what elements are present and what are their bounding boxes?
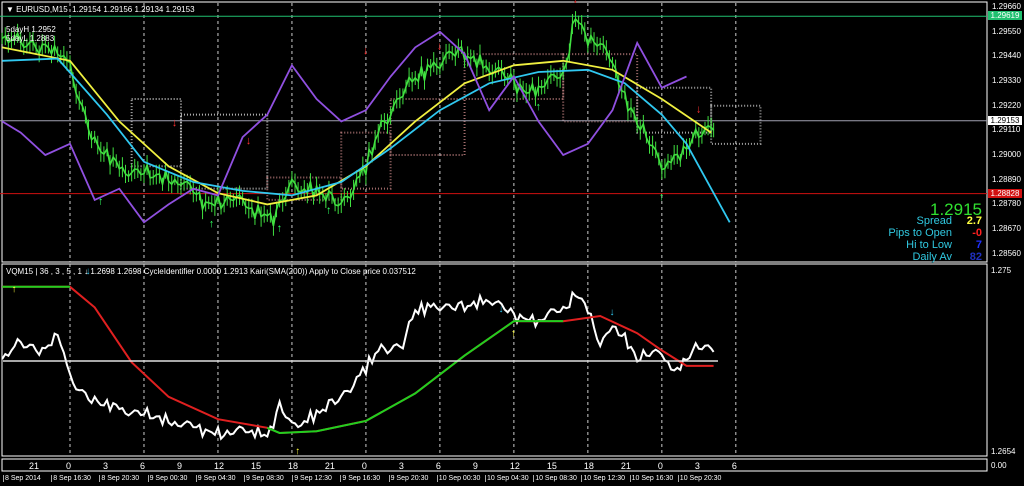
signal-arrow-icon: ↓ bbox=[573, 0, 579, 6]
info-label: Pips to Open bbox=[888, 227, 952, 239]
time-axis-date: 10 Sep 12:30 bbox=[581, 475, 626, 482]
info-row: Spread 2.7 bbox=[917, 215, 982, 227]
signal-arrow-icon: ↑ bbox=[326, 204, 332, 216]
price-line bbox=[1, 17, 715, 226]
info-label: Hi to Low bbox=[906, 239, 952, 251]
time-axis-date: 9 Sep 20:30 bbox=[388, 475, 429, 482]
time-axis-hour: 9 bbox=[472, 461, 478, 471]
symbol-header: ▼ EURUSD,M15 1.29154 1.29156 1.29134 1.2… bbox=[6, 5, 195, 14]
price-marker-label: 1.29153 bbox=[988, 115, 1022, 125]
signal-arrow-icon: ↓ bbox=[172, 117, 178, 129]
time-axis-date: 10 Sep 08:30 bbox=[533, 475, 577, 482]
collapse-icon[interactable]: ▼ bbox=[6, 5, 16, 14]
time-axis-date: 8 Sep 20:30 bbox=[99, 475, 140, 482]
time-axis-hour: 0 bbox=[361, 461, 367, 471]
info-label: Spread bbox=[916, 215, 952, 227]
time-axis-date: 9 Sep 00:30 bbox=[147, 475, 188, 482]
signal-arrow-icon: ↑ bbox=[209, 218, 215, 230]
signal-arrow-icon: ↑ bbox=[659, 191, 665, 203]
price-axis-tick: 1.29330 bbox=[992, 76, 1021, 86]
day-low: 5dayL 1.2883 bbox=[6, 34, 55, 43]
time-axis-hour: 0 bbox=[66, 461, 72, 471]
time-axis-date: 9 Sep 04:30 bbox=[195, 475, 236, 482]
indicator-header: VQM15 | 36 , 3 , 5 , 1 ↓ 1.2698 1.2698 C… bbox=[6, 267, 416, 276]
time-axis-date: 9 Sep 08:30 bbox=[244, 475, 284, 482]
info-row: Hi to Low 7 bbox=[906, 239, 982, 251]
price-axis-tick: 1.29660 bbox=[992, 2, 1021, 11]
time-axis-date: 10 Sep 20:30 bbox=[677, 475, 722, 482]
session-grid bbox=[69, 3, 737, 456]
price-axis-tick: 1.28670 bbox=[992, 224, 1021, 234]
time-axis-hour: 21 bbox=[620, 461, 631, 471]
price-axis-tick: 1.28560 bbox=[992, 248, 1021, 258]
time-axis-hour: 12 bbox=[213, 461, 224, 471]
osc-axis-zero: 0.00 bbox=[991, 461, 1007, 470]
info-row: Daily Av 82 bbox=[912, 251, 982, 263]
time-axis-hour: 15 bbox=[250, 461, 261, 471]
osc-white-line bbox=[1, 290, 715, 441]
osc-signal-line bbox=[2, 285, 714, 435]
time-axis-hour: 9 bbox=[176, 461, 182, 471]
osc-axis-top: 1.275 bbox=[991, 266, 1012, 275]
time-axis-date: 9 Sep 12:30 bbox=[292, 475, 332, 482]
time-axis-hour: 0 bbox=[657, 461, 663, 471]
time-axis-date: 8 Sep 2014 bbox=[3, 475, 41, 482]
time-axis-hour: 3 bbox=[398, 461, 404, 471]
time-axis-hour: 18 bbox=[287, 461, 298, 471]
osc-arrow-icon: ↓ bbox=[610, 307, 615, 318]
time-axis-hour: 21 bbox=[324, 461, 335, 471]
time-axis-date: 8 Sep 16:30 bbox=[51, 475, 91, 482]
info-row: Pips to Open -0 bbox=[888, 227, 982, 239]
info-value: 82 bbox=[969, 251, 982, 263]
signal-arrow-icon: ↓ bbox=[437, 41, 443, 53]
time-axis-date: 10 Sep 04:30 bbox=[485, 475, 529, 482]
info-label: Daily Av bbox=[912, 251, 952, 263]
ohlc-values: 1.29154 1.29156 1.29134 1.29153 bbox=[72, 5, 195, 14]
osc-arrow-icon: ↑ bbox=[12, 284, 17, 295]
signal-arrow-icon: ↓ bbox=[696, 103, 702, 115]
time-axis-hour: 3 bbox=[102, 461, 108, 471]
day-high: 5dayH 1.2952 bbox=[6, 25, 56, 34]
signal-arrow-icon: ↑ bbox=[536, 101, 542, 113]
price-chart[interactable]: ↑↑↑↑↓↓↓↓↓↓↑↑↑↑↑↓↓↓ bbox=[0, 0, 1024, 486]
signal-arrow-icon: ↓ bbox=[363, 45, 369, 57]
signal-arrows: ↑↑↑↑↓↓↓↓↓↓↑↑↑↑↑↓↓↓ bbox=[12, 0, 702, 457]
time-axis-hour: 12 bbox=[509, 461, 520, 471]
signal-arrow-icon: ↑ bbox=[277, 222, 283, 234]
info-value: -0 bbox=[972, 227, 982, 239]
osc-arrow-icon: ↑ bbox=[295, 446, 300, 457]
price-axis-tick: 1.28890 bbox=[992, 174, 1021, 184]
info-value: 2.7 bbox=[966, 215, 982, 227]
time-axis-hour: 15 bbox=[546, 461, 557, 471]
time-axis-hour: 6 bbox=[435, 461, 441, 471]
price-axis-tick: 1.29220 bbox=[992, 100, 1021, 110]
cloud-segment bbox=[389, 97, 466, 157]
time-axis-date: 9 Sep 16:30 bbox=[340, 475, 381, 482]
time-axis-hour: 3 bbox=[694, 461, 700, 471]
signal-arrow-icon: ↓ bbox=[246, 135, 252, 147]
price-axis-tick: 1.29550 bbox=[992, 26, 1021, 36]
time-axis-hour: 18 bbox=[583, 461, 594, 471]
price-marker-label: 1.28828 bbox=[988, 188, 1022, 198]
signal-arrow-icon: ↑ bbox=[98, 195, 104, 207]
cloud-segment bbox=[562, 53, 639, 123]
osc-arrow-icon: ↓ bbox=[499, 304, 504, 315]
time-axis-hour: 6 bbox=[139, 461, 145, 471]
price-marker-label: 1.29619 bbox=[988, 11, 1022, 21]
time-axis-date: 10 Sep 16:30 bbox=[629, 475, 674, 482]
osc-axis-bottom: 1.2654 bbox=[991, 447, 1016, 456]
time-axis-hour: 6 bbox=[731, 461, 737, 471]
price-axis-tick: 1.28780 bbox=[992, 199, 1021, 209]
symbol-label: EURUSD,M15 bbox=[16, 5, 68, 14]
price-axis-tick: 1.29110 bbox=[992, 125, 1021, 135]
time-axis-hour: 21 bbox=[29, 461, 40, 471]
time-axis-date: 10 Sep 00:30 bbox=[436, 475, 481, 482]
price-axis-tick: 1.29000 bbox=[992, 150, 1021, 160]
info-value: 7 bbox=[975, 239, 982, 251]
osc-arrow-icon: ↑ bbox=[511, 328, 516, 339]
price-axis-tick: 1.29440 bbox=[992, 51, 1021, 61]
